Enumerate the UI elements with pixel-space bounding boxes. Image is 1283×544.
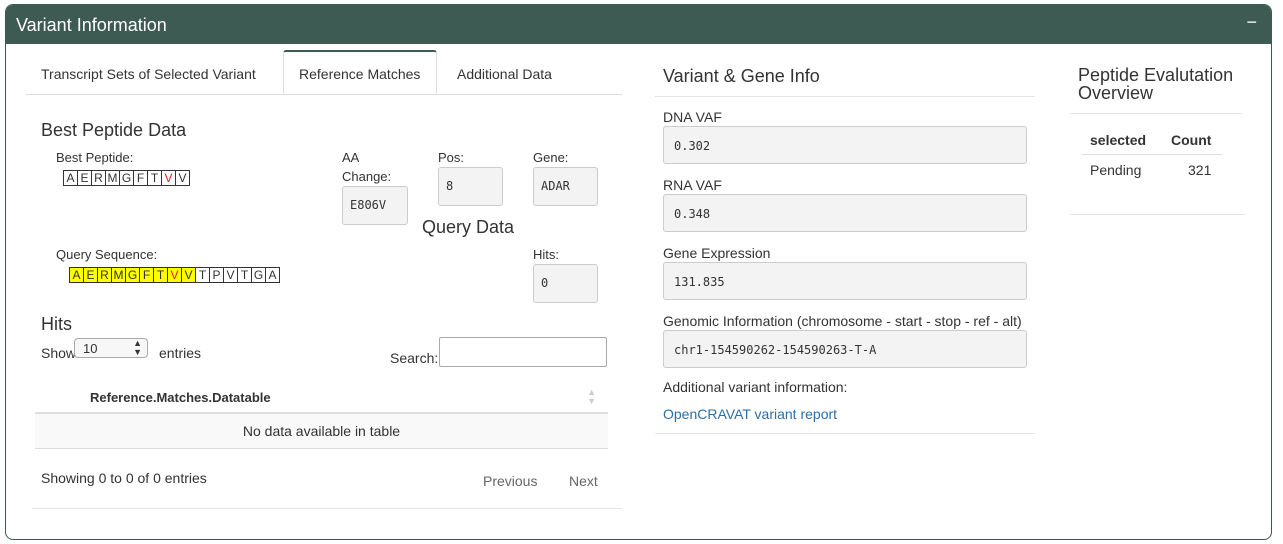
query-residue: E [84, 267, 98, 283]
left-panel-divider [32, 508, 622, 509]
overview-row-selected: Pending [1090, 162, 1142, 178]
hits-label: Hits: [533, 247, 559, 262]
table-empty-row: No data available in table [35, 414, 608, 449]
query-residue: P [210, 267, 224, 283]
query-residue: F [140, 267, 154, 283]
best-peptide-residue: R [92, 170, 106, 186]
gene-expression-label: Gene Expression [663, 245, 771, 261]
query-residue: V [224, 267, 238, 283]
peptide-overview-title: Peptide Evalutation Overview [1078, 66, 1233, 102]
peptide-overview-title-divider [1070, 113, 1242, 114]
aa-change-label-line2: Change: [342, 169, 392, 184]
best-peptide-residue: E [78, 170, 92, 186]
tab-transcript-sets[interactable]: Transcript Sets of Selected Variant [41, 50, 256, 94]
column-header-reference-matches[interactable]: Reference.Matches.Datatable [90, 390, 271, 405]
best-peptide-residue: V [162, 170, 176, 186]
query-residue: G [126, 267, 140, 283]
best-peptide-label: Best Peptide: [56, 150, 134, 165]
table-header: Reference.Matches.Datatable ▲ ▼ [35, 380, 608, 414]
query-data-title: Query Data [422, 217, 515, 237]
rna-vaf-label: RNA VAF [663, 177, 722, 193]
gene-value: ADAR [533, 167, 598, 206]
entries-label: entries [159, 345, 202, 361]
column-header-count: Count [1171, 132, 1212, 148]
card-header: Variant Information − [6, 5, 1271, 44]
table-info: Showing 0 to 0 of 0 entries [41, 470, 207, 486]
query-residue: R [98, 267, 112, 283]
query-residue: A [69, 267, 84, 283]
next-button[interactable]: Next [569, 473, 598, 489]
best-peptide-residue: F [134, 170, 148, 186]
best-peptide-residue: G [120, 170, 134, 186]
gene-label: Gene: [533, 150, 569, 165]
additional-variant-info-label: Additional variant information: [663, 379, 848, 395]
show-label: Show [41, 345, 77, 361]
gene-expression-field: 131.835 [663, 262, 1027, 300]
best-peptide-sequence: AERMGFTVV [63, 170, 190, 186]
aa-change-label-line1: AA [342, 150, 360, 165]
column-header-selected: selected [1090, 132, 1147, 148]
dna-vaf-field: 0.302 [663, 126, 1027, 164]
query-residue: T [196, 267, 210, 283]
rna-vaf-field: 0.348 [663, 194, 1027, 232]
query-residue: A [266, 267, 280, 283]
overview-row-count: 321 [1188, 162, 1212, 178]
query-sequence-label: Query Sequence: [56, 247, 158, 262]
tab-reference-matches[interactable]: Reference Matches [283, 50, 437, 94]
peptide-overview-title-line2: Overview [1078, 83, 1154, 103]
query-residue: G [252, 267, 266, 283]
hits-value: 0 [533, 264, 598, 303]
query-sequence: AERMGFTVVTPVTGA [69, 267, 280, 283]
tab-additional-data[interactable]: Additional Data [457, 50, 552, 94]
dna-vaf-label: DNA VAF [663, 109, 722, 125]
query-residue: T [238, 267, 252, 283]
hits-section-title: Hits [41, 314, 72, 334]
best-peptide-section-title: Best Peptide Data [41, 120, 187, 140]
pos-label: Pos: [438, 150, 465, 165]
best-peptide-residue: V [176, 170, 190, 186]
pos-value: 8 [438, 167, 503, 206]
best-peptide-residue: T [148, 170, 162, 186]
page-length-select[interactable]: 10 ▲ ▼ [74, 338, 148, 358]
best-peptide-residue: M [106, 170, 120, 186]
best-peptide-residue: A [63, 170, 78, 186]
query-residue: T [154, 267, 168, 283]
variant-gene-info-title: Variant & Gene Info [663, 66, 820, 86]
query-residue: V [168, 267, 182, 283]
query-residue: M [112, 267, 126, 283]
query-residue: V [182, 267, 196, 283]
opencravat-link[interactable]: OpenCRAVAT variant report [663, 406, 837, 422]
peptide-overview-bottom-divider [1070, 214, 1245, 215]
peptide-overview-title-line1: Peptide Evalutation [1078, 65, 1234, 85]
peptide-overview-header-divider [1082, 154, 1222, 155]
genomic-info-label: Genomic Information (chromosome - start … [663, 313, 1022, 329]
aa-change-value: E806V [342, 186, 408, 225]
variant-info-title-divider [655, 96, 1035, 97]
select-arrows-icon: ▲ ▼ [133, 338, 142, 357]
previous-button[interactable]: Previous [483, 473, 537, 489]
tab-bar: Transcript Sets of Selected Variant Refe… [26, 50, 622, 95]
search-input[interactable] [439, 337, 607, 367]
sort-icon[interactable]: ▲ ▼ [587, 388, 596, 406]
variant-info-bottom-divider [655, 433, 1035, 434]
search-label: Search: [390, 350, 439, 366]
page-length-value: 10 [83, 341, 98, 356]
minus-icon[interactable]: − [1246, 12, 1257, 33]
card-title: Variant Information [16, 15, 167, 35]
genomic-info-field: chr1-154590262-154590263-T-A [663, 330, 1027, 368]
